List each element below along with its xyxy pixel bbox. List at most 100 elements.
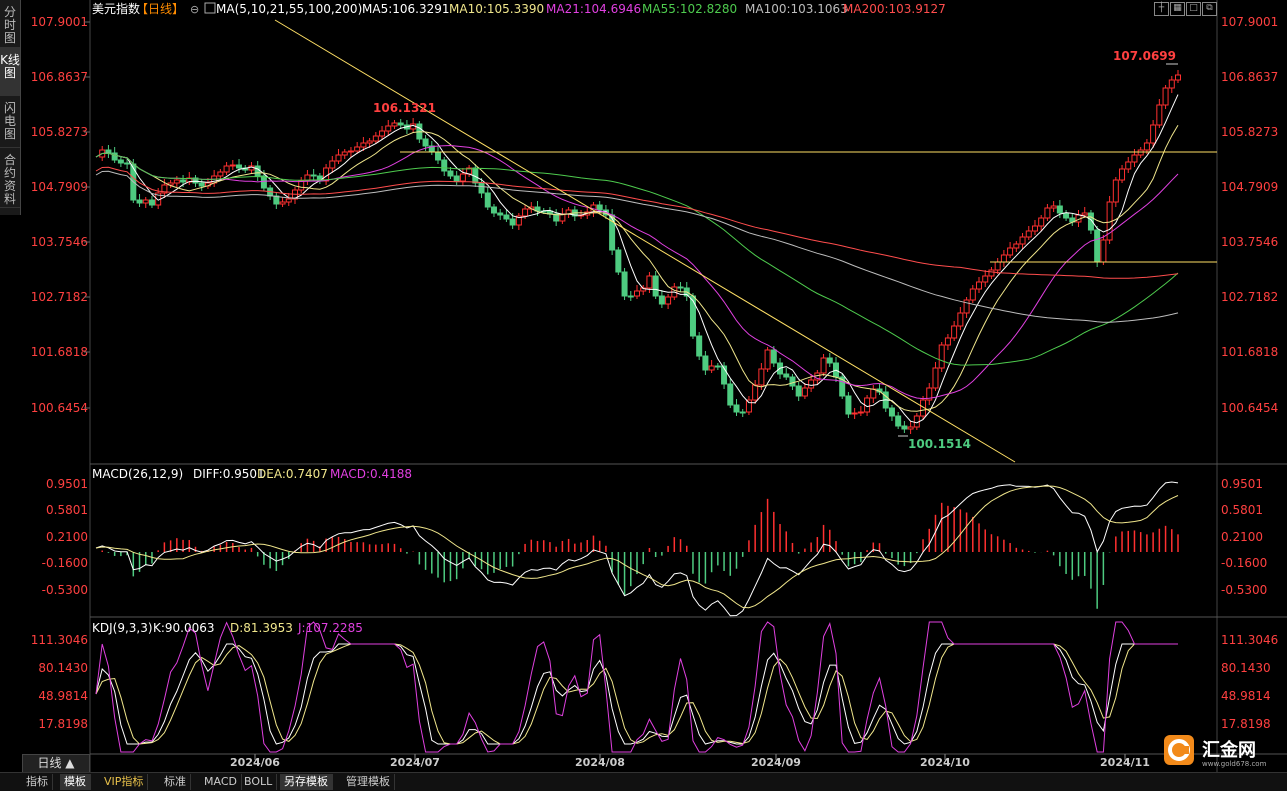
price-axis-label-right: 104.7909	[1221, 180, 1278, 194]
candle-body	[851, 412, 858, 415]
candle-body	[621, 271, 628, 297]
candle-body	[857, 411, 864, 414]
price-axis-label-left: 106.8637	[31, 70, 88, 84]
candle-body	[1063, 212, 1070, 219]
candle-body	[329, 160, 336, 169]
candle-body	[509, 218, 516, 226]
kdj-axis-label-left: 80.1430	[38, 661, 88, 675]
candle-body	[783, 373, 790, 378]
candle-body	[627, 295, 634, 298]
price-axis-label-left: 104.7909	[31, 180, 88, 194]
gold678-logo: 汇金网 www.gold678.com	[1162, 733, 1280, 769]
candle-body	[490, 206, 497, 214]
ma-legend-item: MA100:103.1063	[745, 2, 848, 16]
candle-body	[1112, 179, 1119, 203]
candle-body	[1100, 239, 1107, 263]
time-axis-label: 2024/10	[920, 756, 970, 769]
kdj-d-line	[95, 643, 1178, 745]
candle-body	[360, 142, 367, 148]
layout-icon[interactable]: ▦	[1170, 2, 1185, 16]
ma5-line	[95, 94, 1179, 424]
price-axis-label-left: 105.8273	[31, 125, 88, 139]
ma-legend-item: MA10:105.3390	[449, 2, 544, 16]
kdj-axis-label-right: 80.1430	[1221, 661, 1271, 675]
ma-legend-item: MA55:102.8280	[642, 2, 737, 16]
kdj-j-line	[95, 621, 1178, 753]
kline-chart[interactable]: 美元指数【日线】 ⊖ MA(5,10,21,55,100,200) MA5:106.3…	[0, 0, 1287, 772]
candle-body	[1143, 142, 1150, 151]
candle-body	[758, 368, 765, 386]
candle-body	[770, 349, 777, 364]
ma-toggle-icon	[204, 2, 216, 14]
tab-vip-indicator[interactable]: VIP指标	[100, 774, 149, 790]
candle-body	[702, 355, 709, 371]
kdj-axis-label-left: 17.8198	[38, 717, 88, 731]
tab-save-template[interactable]: 另存模板	[280, 774, 333, 790]
candle-body	[372, 135, 379, 142]
candle-body	[1131, 154, 1138, 163]
candle-body	[254, 165, 261, 177]
macd-axis-label-right: -0.1600	[1221, 556, 1267, 570]
tab-manage-template[interactable]: 管理模板	[342, 774, 395, 790]
candle-body	[764, 349, 771, 370]
maximize-icon[interactable]: □	[1186, 2, 1201, 16]
candle-body	[310, 174, 317, 177]
candle-body	[503, 214, 510, 220]
candle-body	[1081, 212, 1088, 216]
candle-body	[1025, 230, 1032, 238]
candle-body	[994, 261, 1001, 271]
time-axis-label: 2024/06	[230, 756, 280, 769]
candle-body	[677, 286, 684, 289]
price-axis-label-right: 107.9001	[1221, 15, 1278, 29]
candle-body	[1038, 217, 1045, 227]
high-marker-label: 107.0699	[1113, 49, 1176, 63]
chart-period-tag: 【日线】	[136, 2, 184, 16]
candle-body	[142, 199, 149, 204]
candle-body	[789, 376, 796, 387]
candle-body	[260, 175, 267, 189]
kdj-d-label: D:81.3953	[230, 621, 293, 635]
candle-body	[1019, 236, 1026, 245]
candle-body	[1162, 87, 1169, 106]
trendline-descending	[274, 19, 1016, 463]
tab-template[interactable]: 模板	[60, 774, 91, 790]
candle-body	[1031, 225, 1038, 232]
candle-body	[341, 151, 348, 156]
candle-body	[285, 198, 292, 203]
macd-dea-line	[95, 485, 1179, 609]
tab-macd[interactable]: MACD	[200, 774, 242, 790]
crosshair-icon[interactable]: ┼	[1154, 2, 1169, 16]
candle-body	[696, 335, 703, 357]
ma55-line	[95, 152, 1179, 366]
macd-axis-label-left: 0.2100	[46, 530, 88, 544]
time-axis-label: 2024/09	[751, 756, 801, 769]
candle-body	[665, 296, 672, 305]
time-axis-label: 2024/11	[1100, 756, 1150, 769]
tab-boll[interactable]: BOLL	[240, 774, 278, 790]
ma-legend-item: MA5:106.3291	[362, 2, 450, 16]
candle-body	[1013, 243, 1020, 249]
candle-body	[1175, 74, 1181, 81]
ma-legend-item: MA(5,10,21,55,100,200)	[216, 2, 362, 16]
candle-body	[366, 140, 373, 144]
macd-axis-label-left: 0.5801	[46, 503, 88, 517]
kdj-axis-label-right: 111.3046	[1221, 633, 1278, 647]
candle-body	[1007, 247, 1014, 256]
candle-body	[1000, 254, 1007, 263]
kdj-k-label: K:90.0063	[153, 621, 215, 635]
period-selector[interactable]: 日线 ▲	[22, 754, 90, 773]
candle-body	[347, 150, 354, 153]
restore-icon[interactable]: ⧉	[1202, 2, 1217, 16]
macd-value-label: MACD:0.4188	[330, 467, 412, 481]
tab-indicator[interactable]: 指标	[22, 774, 53, 790]
candle-body	[136, 199, 143, 204]
candle-body	[820, 357, 827, 374]
candle-body	[808, 379, 815, 389]
tab-standard[interactable]: 标准	[160, 774, 191, 790]
candle-body	[385, 125, 392, 132]
price-axis-label-left: 100.6454	[31, 401, 88, 415]
chart-symbol: 美元指数	[92, 1, 140, 16]
candle-body	[148, 199, 155, 206]
kdj-k-line	[95, 643, 1178, 745]
price-axis-label-right: 100.6454	[1221, 401, 1278, 415]
